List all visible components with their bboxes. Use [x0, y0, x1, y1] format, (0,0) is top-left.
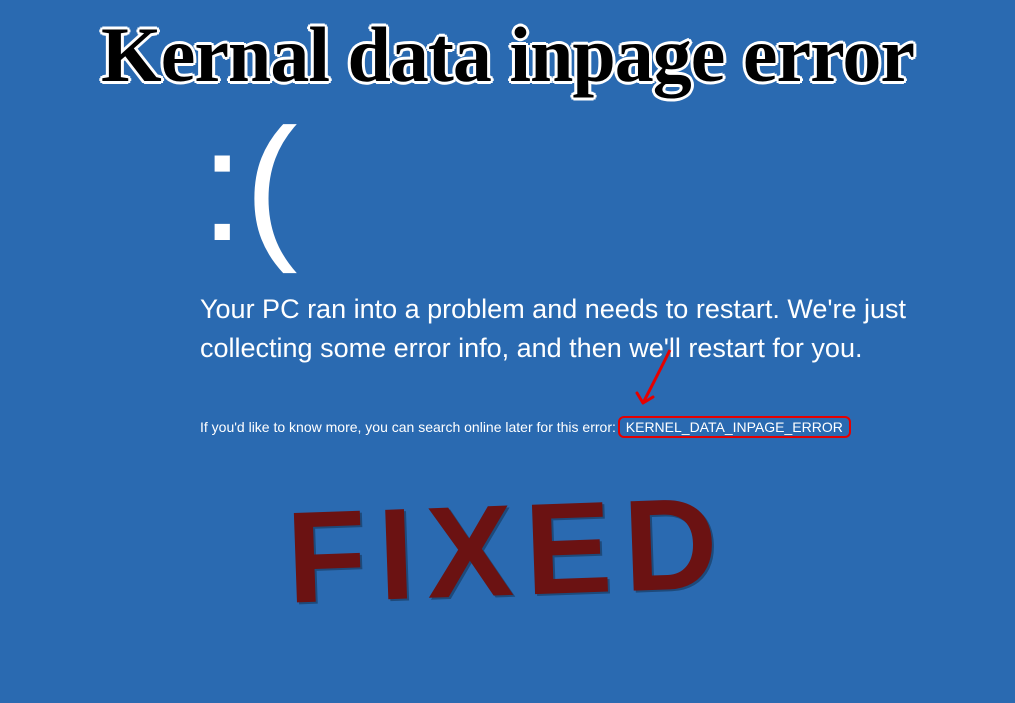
page-title: Kernal data inpage error: [101, 10, 914, 100]
arrow-icon: [625, 345, 675, 420]
frowny-face-icon: :(: [200, 105, 298, 265]
error-search-prefix: If you'd like to know more, you can sear…: [200, 419, 620, 435]
bsod-main-message: Your PC ran into a problem and needs to …: [200, 290, 980, 368]
fixed-stamp: FIXED: [284, 467, 732, 632]
bsod-error-info: If you'd like to know more, you can sear…: [200, 416, 851, 438]
